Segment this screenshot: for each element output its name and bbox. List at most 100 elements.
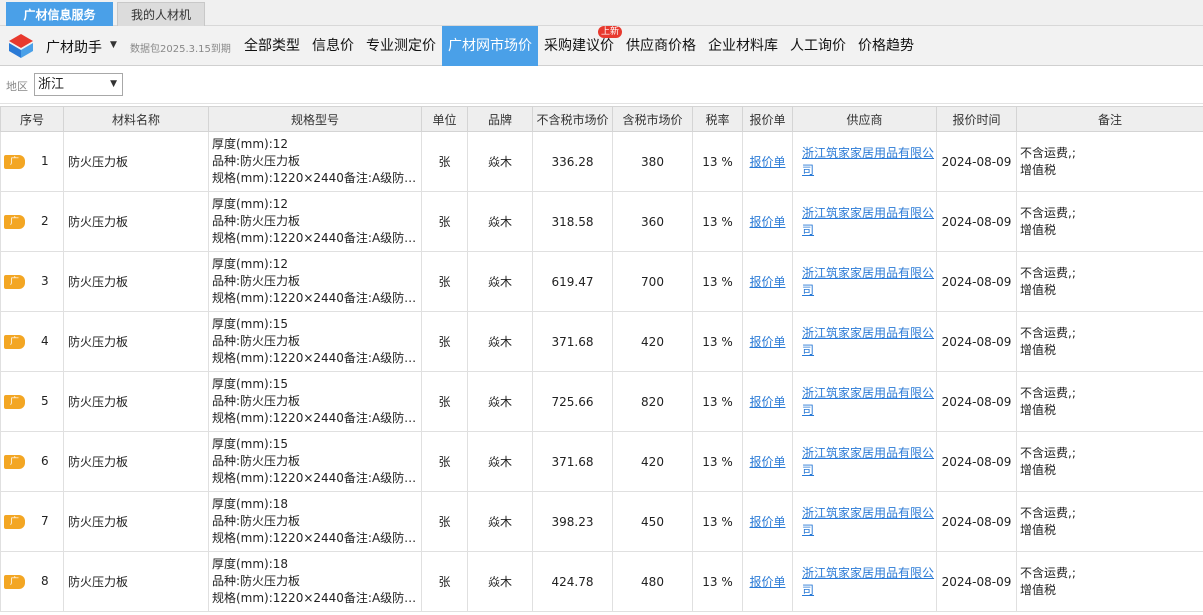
col-header[interactable]: 报价单 — [742, 106, 793, 132]
menu-labor-inquiry[interactable]: 人工询价 — [784, 26, 852, 66]
col-header[interactable]: 材料名称 — [63, 106, 209, 132]
menu-purchase-price[interactable]: 采购建议价 上新 — [538, 26, 622, 66]
note-line: 不含运费,; — [1020, 505, 1076, 520]
note-line: 不含运费,; — [1020, 565, 1076, 580]
guang-flag-icon: 广 — [4, 215, 25, 229]
supplier-link[interactable]: 浙江筑家家居用品有限公司 — [802, 386, 934, 417]
note-line: 增值税 — [1020, 162, 1057, 177]
table-row[interactable]: 广 1 防火压力板 厚度(mm):12 品种:防火压力板 规格(mm):1220×2440… — [0, 131, 1203, 192]
cell-supplier: 浙江筑家家居用品有限公司 — [792, 551, 937, 612]
menu-info-price[interactable]: 信息价 — [306, 26, 360, 66]
col-header[interactable]: 报价时间 — [936, 106, 1017, 132]
menu-supplier-price[interactable]: 供应商价格 — [620, 26, 702, 66]
quote-link[interactable]: 报价单 — [749, 395, 785, 409]
table-row[interactable]: 广 3 防火压力板 厚度(mm):12 品种:防火压力板 规格(mm):1220×2440… — [0, 251, 1203, 312]
chevron-down-icon[interactable]: ▼ — [110, 40, 117, 50]
cell-price-inc-tax: 480 — [612, 551, 693, 612]
tab-guangcai-info-service[interactable]: 广材信息服务 — [6, 2, 113, 26]
table-row[interactable]: 广 4 防火压力板 厚度(mm):15 品种:防火压力板 规格(mm):1220×2440… — [0, 311, 1203, 372]
cell-tax-rate: 13 % — [692, 491, 743, 552]
supplier-link[interactable]: 浙江筑家家居用品有限公司 — [802, 146, 934, 177]
data-package-expiry: 数据包2025.3.15到期 — [130, 44, 231, 55]
note-line: 增值税 — [1020, 522, 1057, 537]
cell-price-inc-tax: 420 — [612, 431, 693, 492]
menu-market-price[interactable]: 广材网市场价 — [442, 26, 538, 66]
app-name[interactable]: 广材助手 — [46, 37, 102, 57]
supplier-link[interactable]: 浙江筑家家居用品有限公司 — [802, 206, 934, 237]
quote-link[interactable]: 报价单 — [749, 455, 785, 469]
cell-material-name: 防火压力板 — [63, 491, 209, 552]
guang-flag-icon: 广 — [4, 155, 25, 169]
cell-index: 广8 — [0, 551, 64, 612]
note-line: 增值税 — [1020, 222, 1057, 237]
row-number: 6 — [41, 454, 49, 468]
supplier-link[interactable]: 浙江筑家家居用品有限公司 — [802, 446, 934, 477]
cell-note: 不含运费,; 增值税 — [1016, 311, 1203, 372]
col-header[interactable]: 含税市场价 — [612, 106, 693, 132]
guang-flag-icon: 广 — [4, 335, 25, 349]
col-header[interactable]: 规格型号 — [208, 106, 422, 132]
cell-spec: 厚度(mm):12 品种:防火压力板 规格(mm):1220×2440备注:A级防火… — [208, 131, 422, 192]
menu-price-trend[interactable]: 价格趋势 — [852, 26, 920, 66]
menu-enterprise-library[interactable]: 企业材料库 — [702, 26, 784, 66]
spec-line: 规格(mm):1220×2440备注:A级防火... — [212, 351, 421, 365]
cell-index: 广5 — [0, 371, 64, 432]
top-tab-strip: 广材信息服务 我的人材机 — [0, 0, 1203, 26]
cell-unit: 张 — [421, 371, 468, 432]
menu-all-types[interactable]: 全部类型 — [238, 26, 306, 66]
cell-index: 广7 — [0, 491, 64, 552]
supplier-link[interactable]: 浙江筑家家居用品有限公司 — [802, 326, 934, 357]
spec-line: 厚度(mm):15 — [212, 317, 289, 331]
cell-unit: 张 — [421, 311, 468, 372]
region-select[interactable]: 浙江 ▼ — [34, 73, 123, 96]
col-header[interactable]: 供应商 — [792, 106, 937, 132]
cell-material-name: 防火压力板 — [63, 371, 209, 432]
cell-note: 不含运费,; 增值税 — [1016, 431, 1203, 492]
table-row[interactable]: 广 8 防火压力板 厚度(mm):18 品种:防火压力板 规格(mm):1220×2440… — [0, 551, 1203, 612]
table-row[interactable]: 广 6 防火压力板 厚度(mm):15 品种:防火压力板 规格(mm):1220×2440… — [0, 431, 1203, 492]
cell-spec: 厚度(mm):12 品种:防火压力板 规格(mm):1220×2440备注:A级防火… — [208, 251, 422, 312]
note-line: 不含运费,; — [1020, 385, 1076, 400]
cell-price-inc-tax: 450 — [612, 491, 693, 552]
col-header[interactable]: 备注 — [1016, 106, 1203, 132]
cell-quote: 报价单 — [742, 311, 793, 372]
supplier-link[interactable]: 浙江筑家家居用品有限公司 — [802, 506, 934, 537]
cell-tax-rate: 13 % — [692, 251, 743, 312]
note-line: 增值税 — [1020, 342, 1057, 357]
row-number: 3 — [41, 274, 49, 288]
quote-link[interactable]: 报价单 — [749, 215, 785, 229]
menu-professional-price[interactable]: 专业测定价 — [360, 26, 442, 66]
col-header[interactable]: 税率 — [692, 106, 743, 132]
table-row[interactable]: 广 5 防火压力板 厚度(mm):15 品种:防火压力板 规格(mm):1220×2440… — [0, 371, 1203, 432]
quote-link[interactable]: 报价单 — [749, 275, 785, 289]
guang-flag-icon: 广 — [4, 395, 25, 409]
cell-quote: 报价单 — [742, 551, 793, 612]
col-header[interactable]: 品牌 — [467, 106, 533, 132]
row-number: 7 — [41, 514, 49, 528]
table-row[interactable]: 广 7 防火压力板 厚度(mm):18 品种:防火压力板 规格(mm):1220×2440… — [0, 491, 1203, 552]
quote-link[interactable]: 报价单 — [749, 335, 785, 349]
cell-index: 广6 — [0, 431, 64, 492]
col-header[interactable]: 不含税市场价 — [532, 106, 613, 132]
cell-unit: 张 — [421, 491, 468, 552]
guang-flag-icon: 广 — [4, 275, 25, 289]
cell-unit: 张 — [421, 551, 468, 612]
cell-price-ex-tax: 318.58 — [532, 191, 613, 252]
filter-bar: 地区 浙江 ▼ — [0, 66, 1203, 104]
supplier-link[interactable]: 浙江筑家家居用品有限公司 — [802, 266, 934, 297]
spec-line: 规格(mm):1220×2440备注:A级防火... — [212, 411, 421, 425]
supplier-link[interactable]: 浙江筑家家居用品有限公司 — [802, 566, 934, 597]
cell-price-ex-tax: 336.28 — [532, 131, 613, 192]
quote-link[interactable]: 报价单 — [749, 155, 785, 169]
spec-line: 厚度(mm):15 — [212, 377, 289, 391]
tab-my-materials[interactable]: 我的人材机 — [117, 2, 205, 26]
cell-price-ex-tax: 371.68 — [532, 311, 613, 372]
table-row[interactable]: 广 2 防火压力板 厚度(mm):12 品种:防火压力板 规格(mm):1220×2440… — [0, 191, 1203, 252]
spec-line: 品种:防火压力板 — [212, 514, 301, 528]
quote-link[interactable]: 报价单 — [749, 575, 785, 589]
cell-quote: 报价单 — [742, 251, 793, 312]
note-line: 不含运费,; — [1020, 265, 1076, 280]
col-header[interactable]: 单位 — [421, 106, 468, 132]
col-header[interactable]: 序号 — [0, 106, 64, 132]
quote-link[interactable]: 报价单 — [749, 515, 785, 529]
